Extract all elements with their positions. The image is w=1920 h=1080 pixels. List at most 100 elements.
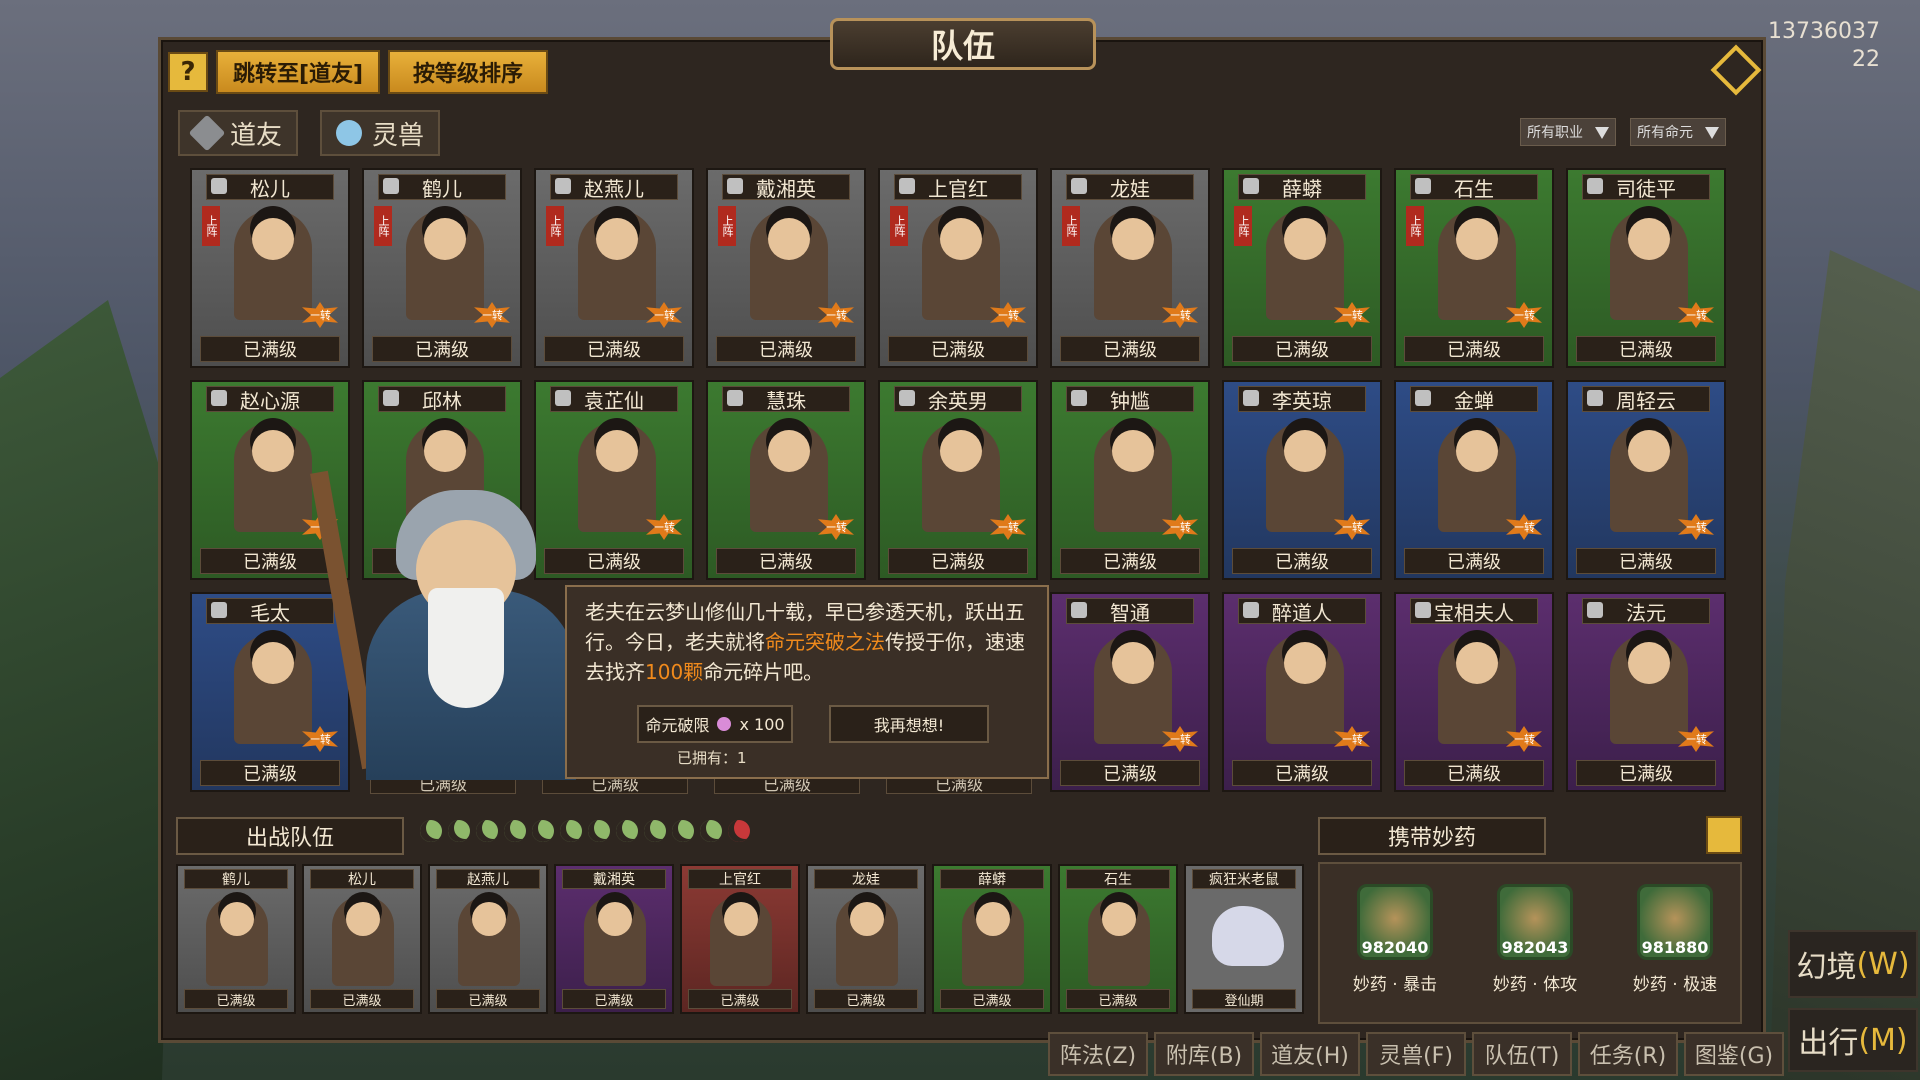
moon-slot-icon bbox=[700, 820, 722, 842]
character-card[interactable]: 毛太 一转 已满级 bbox=[190, 592, 350, 792]
character-card[interactable]: 法元 一转 已满级 bbox=[1566, 592, 1726, 792]
moon-slot-icon bbox=[504, 820, 526, 842]
illusion-button[interactable]: 幻境 (W) bbox=[1788, 930, 1918, 998]
card-name: 龙娃 bbox=[1066, 174, 1194, 201]
tab-spirit-beasts-label: 灵兽 bbox=[372, 120, 425, 151]
bottom-menu-tab[interactable]: 任务(R) bbox=[1578, 1032, 1678, 1076]
team-member-card[interactable]: 薛蟒 已满级 bbox=[932, 864, 1052, 1014]
player-stats: 13736037 22 bbox=[1768, 18, 1880, 74]
character-card[interactable]: 智通 一转 已满级 bbox=[1050, 592, 1210, 792]
card-level: 已满级 bbox=[1060, 760, 1200, 786]
bottom-menu-tab[interactable]: 阵法(Z) bbox=[1048, 1032, 1148, 1076]
job-icon bbox=[555, 178, 571, 194]
member-name: 戴湘英 bbox=[562, 869, 666, 889]
fate-breakthrough-button[interactable]: 命元破限 x 100 bbox=[637, 705, 793, 743]
character-card[interactable]: 金蝉 一转 已满级 bbox=[1394, 380, 1554, 580]
bottom-menu-tab[interactable]: 队伍(T) bbox=[1472, 1032, 1572, 1076]
character-card[interactable]: 宝相夫人 一转 已满级 bbox=[1394, 592, 1554, 792]
reconsider-button[interactable]: 我再想想! bbox=[829, 705, 989, 743]
potions-label: 携带妙药 bbox=[1318, 817, 1546, 855]
team-member-card[interactable]: 龙娃 已满级 bbox=[806, 864, 926, 1014]
character-card[interactable]: 龙娃 上阵 一转 已满级 bbox=[1050, 168, 1210, 368]
moon-slot-icon bbox=[588, 820, 610, 842]
potion-slot[interactable]: 981880 妙药 · 极速 bbox=[1620, 884, 1730, 995]
moon-slot-icon bbox=[476, 820, 498, 842]
card-name: 金蝉 bbox=[1410, 386, 1538, 413]
bottom-menu-tab[interactable]: 灵兽(F) bbox=[1366, 1032, 1466, 1076]
character-card[interactable]: 上官红 上阵 一转 已满级 bbox=[878, 168, 1038, 368]
character-card[interactable]: 司徒平 一转 已满级 bbox=[1566, 168, 1726, 368]
character-portrait bbox=[234, 210, 312, 320]
job-icon bbox=[1071, 178, 1087, 194]
character-card[interactable]: 鹤儿 上阵 一转 已满级 bbox=[362, 168, 522, 368]
card-name: 邱林 bbox=[378, 386, 506, 413]
card-name: 戴湘英 bbox=[722, 174, 850, 201]
potion-slot[interactable]: 982040 妙药 · 暴击 bbox=[1340, 884, 1450, 995]
tab-friends[interactable]: 道友 bbox=[178, 110, 299, 156]
character-card[interactable]: 醉道人 一转 已满级 bbox=[1222, 592, 1382, 792]
card-name: 李英琼 bbox=[1238, 386, 1366, 413]
character-card[interactable]: 石生 上阵 一转 已满级 bbox=[1394, 168, 1554, 368]
character-card[interactable]: 松儿 上阵 一转 已满级 bbox=[190, 168, 350, 368]
team-member-card[interactable]: 石生 已满级 bbox=[1058, 864, 1178, 1014]
job-icon bbox=[1243, 178, 1259, 194]
egg-icon bbox=[336, 120, 362, 146]
battle-team-label: 出战队伍 bbox=[176, 817, 404, 855]
character-portrait bbox=[578, 422, 656, 532]
team-member-card[interactable]: 戴湘英 已满级 bbox=[554, 864, 674, 1014]
team-member-card[interactable]: 赵燕儿 已满级 bbox=[428, 864, 548, 1014]
character-card[interactable]: 钟尴 一转 已满级 bbox=[1050, 380, 1210, 580]
character-card[interactable]: 余英男 一转 已满级 bbox=[878, 380, 1038, 580]
pet-beast-icon bbox=[1212, 906, 1284, 966]
bottom-menu-tab[interactable]: 道友(H) bbox=[1260, 1032, 1360, 1076]
tab-spirit-beasts[interactable]: 灵兽 bbox=[320, 110, 441, 156]
job-icon bbox=[1071, 602, 1087, 618]
character-portrait bbox=[234, 634, 312, 744]
character-card[interactable]: 周轻云 一转 已满级 bbox=[1566, 380, 1726, 580]
lock-icon[interactable] bbox=[1706, 816, 1742, 854]
travel-button[interactable]: 出行 (M) bbox=[1788, 1008, 1918, 1072]
card-name: 毛太 bbox=[206, 598, 334, 625]
character-card[interactable]: 戴湘英 上阵 一转 已满级 bbox=[706, 168, 866, 368]
bottom-menu-tab[interactable]: 图鉴(G) bbox=[1684, 1032, 1784, 1076]
character-portrait bbox=[1266, 634, 1344, 744]
moon-slot-icon bbox=[532, 820, 554, 842]
deployed-tag: 上阵 bbox=[1062, 206, 1080, 246]
character-card[interactable]: 薛蟒 上阵 一转 已满级 bbox=[1222, 168, 1382, 368]
team-member-card[interactable]: 鹤儿 已满级 bbox=[176, 864, 296, 1014]
job-filter-dropdown[interactable]: 所有职业 bbox=[1520, 118, 1616, 146]
character-portrait bbox=[1438, 422, 1516, 532]
fate-filter-dropdown[interactable]: 所有命元 bbox=[1630, 118, 1726, 146]
team-pet-card[interactable]: 疯狂米老鼠 登仙期 bbox=[1184, 864, 1304, 1014]
bottom-menu: 阵法(Z) 附库(B) 道友(H) 灵兽(F) 队伍(T) 任务(R) 图鉴(G) bbox=[1048, 1032, 1784, 1076]
help-button[interactable]: ? bbox=[168, 52, 208, 92]
potion-count: 982040 bbox=[1361, 938, 1429, 957]
bottom-menu-tab[interactable]: 附库(B) bbox=[1154, 1032, 1254, 1076]
character-portrait bbox=[406, 210, 484, 320]
potion-name: 妙药 · 体攻 bbox=[1492, 975, 1578, 995]
member-level: 已满级 bbox=[940, 989, 1044, 1009]
character-portrait bbox=[578, 210, 656, 320]
card-name: 上官红 bbox=[894, 174, 1022, 201]
job-icon bbox=[211, 178, 227, 194]
member-portrait bbox=[584, 896, 646, 986]
character-portrait bbox=[750, 422, 828, 532]
potion-name: 妙药 · 暴击 bbox=[1352, 975, 1438, 995]
team-member-card[interactable]: 松儿 已满级 bbox=[302, 864, 422, 1014]
team-member-card[interactable]: 上官红 已满级 bbox=[680, 864, 800, 1014]
sword-icon bbox=[188, 114, 226, 152]
member-level: 已满级 bbox=[814, 989, 918, 1009]
card-level: 已满级 bbox=[1404, 336, 1544, 362]
character-card[interactable]: 赵燕儿 上阵 一转 已满级 bbox=[534, 168, 694, 368]
card-level: 已满级 bbox=[888, 548, 1028, 574]
card-name: 周轻云 bbox=[1582, 386, 1710, 413]
pet-level: 登仙期 bbox=[1192, 989, 1296, 1009]
sort-by-level-button[interactable]: 按等级排序 bbox=[388, 50, 548, 94]
jump-to-friend-button[interactable]: 跳转至[道友] bbox=[216, 50, 380, 94]
potion-slot[interactable]: 982043 妙药 · 体攻 bbox=[1480, 884, 1590, 995]
job-icon bbox=[1587, 178, 1603, 194]
character-card[interactable]: 李英琼 一转 已满级 bbox=[1222, 380, 1382, 580]
moon-slot-icon bbox=[560, 820, 582, 842]
character-card[interactable]: 慧珠 一转 已满级 bbox=[706, 380, 866, 580]
deployed-tag: 上阵 bbox=[202, 206, 220, 246]
